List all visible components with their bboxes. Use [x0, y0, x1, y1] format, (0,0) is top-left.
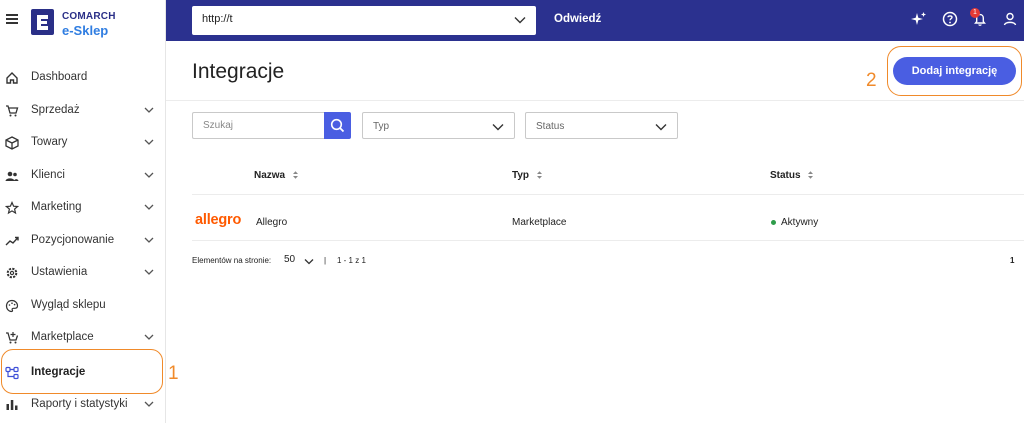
chevron-down-icon: [144, 139, 154, 145]
column-header-label: Status: [770, 170, 801, 181]
chevron-down-icon: [144, 269, 154, 275]
chevron-down-icon: [144, 107, 154, 113]
table-header-divider: [192, 194, 1024, 195]
table-row-divider: [192, 240, 1024, 241]
column-header-name[interactable]: Nazwa: [254, 170, 299, 181]
gear-icon: [6, 267, 18, 279]
sidebar-item-label: Marketing: [31, 201, 82, 213]
store-url-select[interactable]: http://t: [192, 6, 536, 35]
annotation-number-2: 2: [866, 70, 877, 91]
sidebar-item-wyglad-sklepu[interactable]: Wygląd sklepu: [0, 290, 166, 322]
chevron-down-icon: [492, 124, 504, 131]
cart-plus-icon: [6, 332, 19, 344]
cart-icon: [6, 105, 19, 117]
chevron-down-icon: [144, 237, 154, 243]
sidebar-item-towary[interactable]: Towary: [0, 127, 166, 159]
bar-chart-icon: [6, 400, 18, 410]
sidebar-item-label: Raporty i statystyki: [31, 398, 128, 410]
sidebar-item-label: Sprzedaż: [31, 104, 80, 116]
status-filter-select[interactable]: Status: [525, 112, 678, 139]
sidebar-item-dashboard[interactable]: Dashboard: [0, 62, 166, 94]
column-header-type[interactable]: Typ: [512, 170, 543, 181]
type-filter-select[interactable]: Typ: [362, 112, 515, 139]
sidebar-item-label: Towary: [31, 136, 68, 148]
sidebar-item-klienci[interactable]: Klienci: [0, 160, 166, 192]
chevron-down-icon: [144, 204, 154, 210]
header-divider: [166, 100, 1024, 101]
per-page-label: Elementów na stronie:: [192, 256, 272, 265]
column-header-label: Nazwa: [254, 170, 286, 181]
hamburger-menu-icon[interactable]: [6, 14, 18, 24]
sidebar-item-ustawienia[interactable]: Ustawienia: [0, 257, 166, 289]
box-icon: [5, 136, 19, 150]
palette-icon: [5, 299, 19, 313]
visit-store-link[interactable]: Odwiedź: [554, 13, 601, 25]
chevron-down-icon[interactable]: [304, 258, 314, 265]
sidebar-item-label: Marketplace: [31, 331, 94, 343]
pagination-separator: |: [324, 256, 327, 265]
page-title: Integracje: [192, 60, 285, 83]
logo-product: e-Sklep: [62, 23, 109, 38]
table-cell-type: Marketplace: [512, 217, 567, 228]
sort-icon: [808, 171, 814, 179]
trend-icon: [5, 236, 19, 246]
table-cell-name[interactable]: Allegro: [256, 217, 287, 228]
sidebar-item-pozycjonowanie[interactable]: Pozycjonowanie: [0, 225, 166, 257]
pagination-current-page[interactable]: 1: [1010, 256, 1014, 265]
table-cell-status: Aktywny: [781, 217, 819, 228]
chevron-down-icon: [655, 124, 667, 131]
annotation-highlight-button: [887, 46, 1022, 96]
sidebar-item-label: Wygląd sklepu: [31, 299, 106, 311]
users-icon: [5, 171, 19, 181]
chevron-down-icon: [144, 334, 154, 340]
search-icon: [330, 118, 345, 133]
pagination-range: 1 - 1 z 1: [337, 256, 366, 265]
per-page-select[interactable]: 50: [284, 254, 295, 265]
search-button[interactable]: [324, 112, 351, 139]
sidebar-item-marketing[interactable]: Marketing: [0, 192, 166, 224]
sidebar-item-label: Ustawienia: [31, 266, 88, 278]
star-icon: [5, 201, 19, 215]
type-filter-placeholder: Typ: [373, 121, 390, 132]
chevron-down-icon: [144, 172, 154, 178]
topbar: http://t Odwiedź 1: [166, 0, 1024, 41]
status-filter-placeholder: Status: [536, 121, 565, 132]
column-header-status[interactable]: Status: [770, 170, 814, 181]
annotation-highlight-sidebar: [1, 349, 163, 394]
chevron-down-icon: [514, 17, 526, 24]
sidebar-item-label: Klienci: [31, 169, 65, 181]
sidebar-item-label: Pozycjonowanie: [31, 234, 115, 246]
sidebar-item-sprzedaz[interactable]: Sprzedaż: [0, 95, 166, 127]
sort-icon: [536, 171, 542, 179]
help-icon[interactable]: [942, 11, 958, 27]
status-dot-icon: [771, 220, 776, 225]
store-url-value: http://t: [202, 13, 233, 25]
search-input[interactable]: Szukaj: [192, 112, 325, 139]
comarch-logo-icon: [31, 9, 54, 35]
home-icon: [6, 72, 18, 84]
logo-row: COMARCH e-Sklep: [0, 0, 166, 41]
chevron-down-icon: [144, 401, 154, 407]
logo-brand: COMARCH: [62, 11, 116, 22]
allegro-logo: allegro: [195, 212, 242, 228]
annotation-number-1: 1: [168, 363, 179, 384]
sidebar-item-label: Dashboard: [31, 71, 88, 83]
user-icon[interactable]: [1002, 11, 1018, 27]
sparkle-icon[interactable]: [911, 11, 927, 27]
sort-icon: [292, 171, 298, 179]
column-header-label: Typ: [512, 170, 530, 181]
notifications-badge: 1: [970, 8, 980, 18]
